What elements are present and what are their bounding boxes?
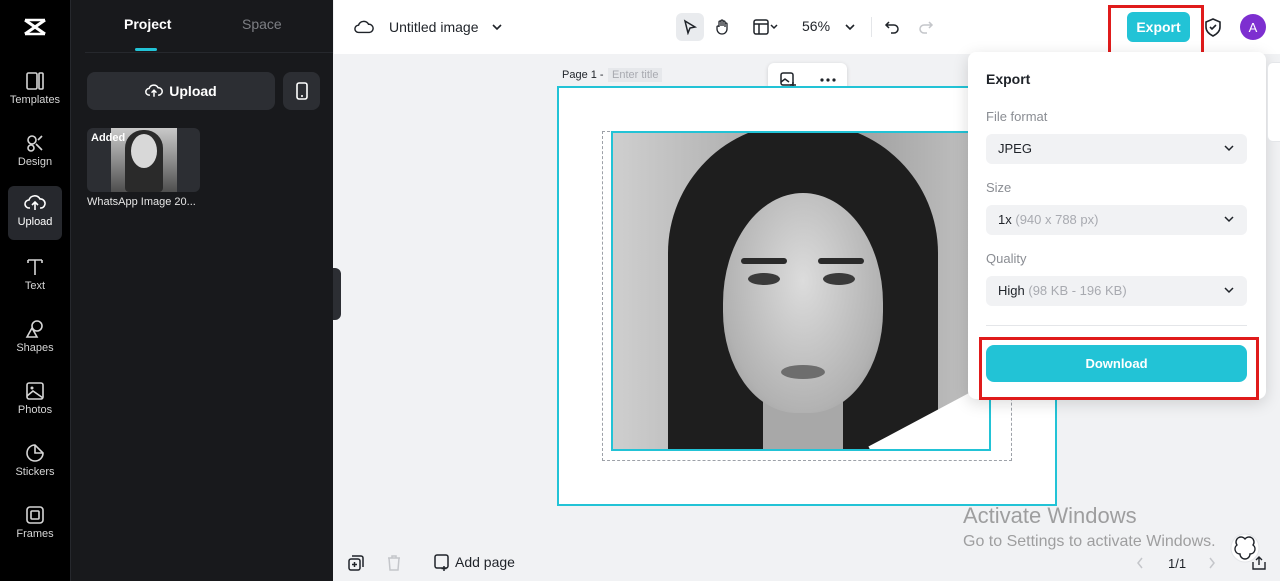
rail-item-shapes[interactable]: Shapes	[8, 312, 62, 366]
chatgpt-logo-icon[interactable]	[1230, 533, 1260, 563]
document-title[interactable]: Untitled image	[389, 19, 479, 35]
frames-icon	[26, 506, 44, 524]
size-value: 1x	[998, 212, 1012, 227]
rail-item-label: Design	[17, 156, 53, 168]
activate-windows-subtitle: Go to Settings to activate Windows.	[963, 533, 1216, 550]
page-counter: 1/1	[1168, 556, 1187, 571]
upload-from-phone-button[interactable]	[283, 72, 320, 110]
shapes-icon	[25, 320, 43, 338]
stickers-icon	[26, 444, 44, 462]
tab-space[interactable]: Space	[242, 16, 282, 32]
rail-item-label: Stickers	[15, 466, 55, 478]
phone-icon	[295, 82, 308, 100]
more-options-icon[interactable]	[820, 77, 836, 82]
panel-collapse-handle[interactable]	[333, 268, 341, 320]
rail-item-frames[interactable]: Frames	[8, 498, 62, 552]
upload-cloud-icon	[24, 195, 46, 210]
hand-icon	[716, 19, 728, 35]
design-icon	[27, 135, 43, 152]
add-page-icon[interactable]	[434, 554, 451, 571]
toolbar-divider	[871, 17, 872, 37]
activate-windows-title: Activate Windows	[963, 503, 1137, 528]
rail-item-stickers[interactable]: Stickers	[8, 436, 62, 490]
rail-item-label: Text	[24, 280, 46, 292]
tabs-divider	[85, 52, 333, 53]
rail-item-label: Shapes	[16, 342, 54, 354]
redo-icon	[919, 21, 934, 34]
chevron-down-icon	[1224, 287, 1234, 294]
rail-item-label: Upload	[17, 216, 53, 228]
upload-button-label: Upload	[169, 83, 217, 99]
file-format-label: File format	[986, 109, 1048, 124]
added-badge: Added	[91, 132, 126, 144]
redo-button[interactable]	[912, 13, 940, 41]
capcut-logo-icon[interactable]	[22, 14, 48, 40]
upload-cloud-icon	[145, 84, 164, 97]
media-filename: WhatsApp Image 20...	[87, 196, 196, 208]
layout-icon	[753, 19, 778, 35]
text-icon	[27, 259, 43, 275]
size-hint: (940 x 788 px)	[1015, 212, 1099, 227]
undo-icon	[884, 21, 899, 34]
user-avatar[interactable]: A	[1240, 14, 1266, 40]
chevron-down-icon	[1224, 216, 1234, 223]
rail-item-text[interactable]: Text	[8, 250, 62, 304]
size-label: Size	[986, 180, 1012, 195]
download-highlight-box	[979, 337, 1259, 400]
chevron-down-icon	[1224, 145, 1234, 152]
hand-tool-button[interactable]	[709, 13, 737, 41]
quality-label: Quality	[986, 251, 1027, 266]
project-panel: Project Space Upload Added WhatsApp Imag…	[70, 0, 333, 581]
upload-button[interactable]: Upload	[87, 72, 275, 110]
quality-hint: (98 KB - 196 KB)	[1028, 283, 1127, 298]
chevron-down-icon[interactable]	[491, 22, 503, 32]
canvas-photo[interactable]	[611, 131, 991, 451]
next-page-icon[interactable]	[1208, 557, 1216, 569]
templates-icon	[26, 72, 44, 90]
duplicate-page-icon[interactable]	[348, 555, 364, 571]
file-format-value: JPEG	[998, 141, 1032, 156]
active-tab-indicator	[135, 48, 157, 51]
zoom-level[interactable]: 56%	[802, 18, 830, 34]
export-divider	[986, 325, 1247, 326]
export-highlight-box	[1108, 5, 1204, 56]
add-page-button[interactable]: Add page	[455, 554, 515, 570]
export-panel-title: Export	[986, 71, 1031, 87]
zoom-chevron-down-icon[interactable]	[844, 22, 856, 32]
photos-icon	[26, 382, 44, 400]
rail-item-templates[interactable]: Templates	[8, 64, 62, 118]
prev-page-icon[interactable]	[1136, 557, 1144, 569]
page-label: Page 1 -	[562, 69, 604, 81]
rail-item-photos[interactable]: Photos	[8, 374, 62, 428]
shield-check-icon[interactable]	[1204, 18, 1222, 37]
file-format-select[interactable]: JPEG	[986, 134, 1247, 164]
quality-select[interactable]: High (98 KB - 196 KB)	[986, 276, 1247, 306]
tab-project[interactable]: Project	[124, 16, 171, 32]
cursor-icon	[683, 19, 698, 35]
rail-item-upload[interactable]: Upload	[8, 186, 62, 240]
rail-item-design[interactable]: Design	[8, 126, 62, 180]
rail-item-label: Frames	[16, 528, 54, 540]
media-thumbnail[interactable]: Added	[87, 128, 200, 192]
side-panel-edge[interactable]	[1267, 62, 1280, 142]
quality-value: High	[998, 283, 1025, 298]
select-tool-button[interactable]	[676, 13, 704, 41]
size-select[interactable]: 1x (940 x 788 px)	[986, 205, 1247, 235]
layout-dropdown-button[interactable]	[746, 13, 786, 41]
page-title-input[interactable]: Enter title	[608, 68, 663, 82]
trash-icon[interactable]	[387, 555, 401, 571]
cloud-sync-icon[interactable]	[354, 18, 374, 36]
undo-button[interactable]	[878, 13, 906, 41]
rail-item-label: Photos	[17, 404, 53, 416]
left-rail: Templates Design Upload Text Shapes Phot…	[0, 0, 70, 581]
rail-item-label: Templates	[9, 94, 61, 106]
